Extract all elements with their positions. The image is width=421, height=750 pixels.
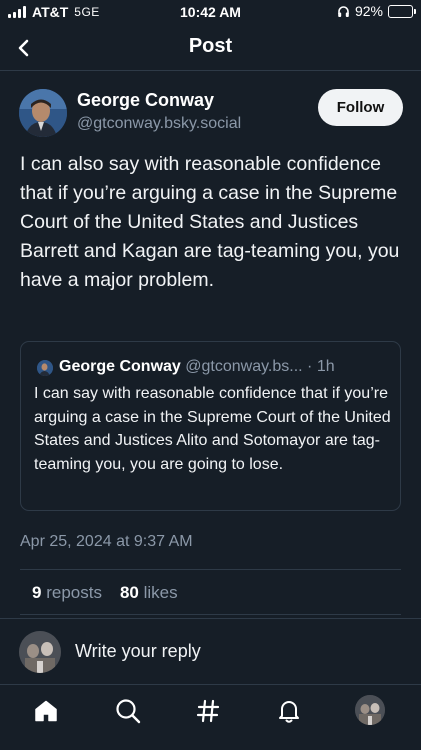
reposts-count: 9 <box>32 583 42 602</box>
tab-profile[interactable] <box>355 695 385 725</box>
header: Post <box>0 26 421 71</box>
home-icon <box>35 700 57 722</box>
post-date: Apr 25, 2024 at 9:37 AM <box>20 533 193 550</box>
reply-input[interactable]: Write your reply <box>75 641 201 662</box>
post-text: I can also say with reasonable confidenc… <box>20 153 400 291</box>
profile-avatar <box>355 695 385 725</box>
reply-bar[interactable]: Write your reply <box>0 618 421 684</box>
post-stats: 9 reposts 80 likes <box>32 583 178 603</box>
hashtag-icon <box>196 699 220 723</box>
tab-notifications[interactable] <box>274 696 304 726</box>
quote-header: George Conway @gtconway.bs... · 1h <box>59 358 389 376</box>
tab-bar <box>0 684 421 750</box>
author-name[interactable]: George Conway <box>77 90 214 111</box>
reposts-stat[interactable]: 9 reposts <box>32 583 102 603</box>
likes-count: 80 <box>119 583 139 602</box>
likes-label: likes <box>143 583 178 602</box>
status-bar: AT&T 5GE 10:42 AM 92% <box>0 0 421 26</box>
quote-author-avatar <box>37 360 53 376</box>
page-title: Post <box>188 35 233 57</box>
divider <box>20 569 401 570</box>
author-handle[interactable]: @gtconway.bsky.social <box>77 115 241 133</box>
quote-separator: · <box>307 358 313 375</box>
quote-age: 1h <box>316 358 335 375</box>
likes-stat[interactable]: 80 likes <box>120 583 178 603</box>
quote-text: I can say with reasonable confidence tha… <box>34 385 391 473</box>
reposts-label: reposts <box>46 583 102 602</box>
follow-button[interactable]: Follow <box>318 89 403 126</box>
tab-search[interactable] <box>113 696 143 726</box>
quoted-post[interactable]: George Conway @gtconway.bs... · 1h I can… <box>20 341 401 511</box>
post-screen: AT&T 5GE 10:42 AM 92% Post George Conway… <box>0 0 421 750</box>
quote-author-name: George Conway <box>59 358 181 375</box>
search-icon <box>116 699 141 724</box>
tab-home[interactable] <box>31 696 61 726</box>
divider <box>20 614 401 615</box>
quote-author-handle: @gtconway.bs... <box>185 358 303 375</box>
status-right: 92% <box>337 3 416 19</box>
battery-icon <box>388 4 416 18</box>
bell-icon <box>279 701 299 723</box>
author-avatar[interactable] <box>19 89 67 137</box>
headphones-icon <box>338 5 349 17</box>
battery-percent: 92% <box>354 3 383 19</box>
tab-feeds[interactable] <box>193 696 223 726</box>
avatar <box>19 631 61 673</box>
